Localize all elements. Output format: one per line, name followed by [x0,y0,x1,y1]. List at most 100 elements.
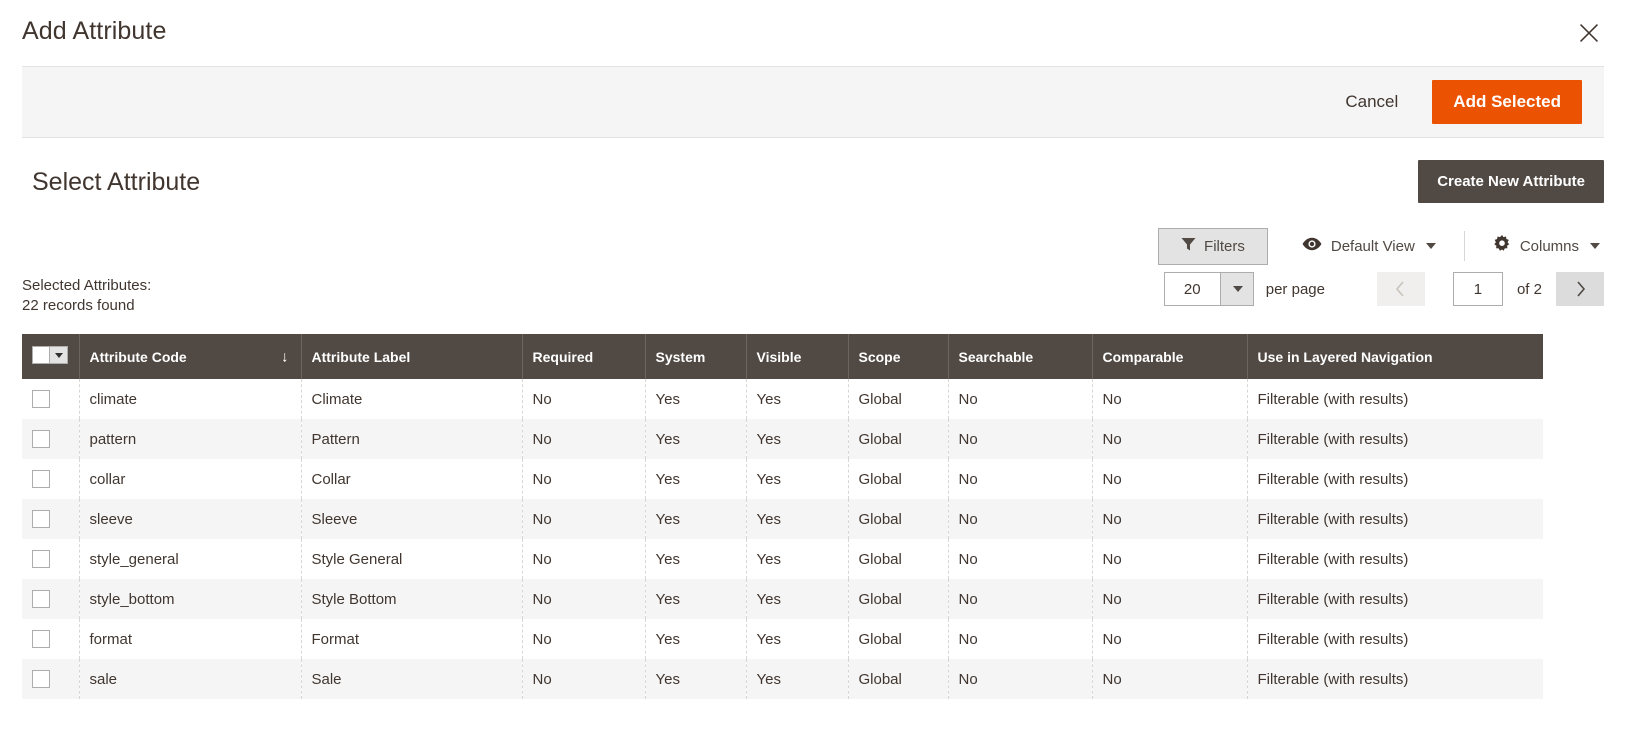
columns-label: Columns [1519,237,1579,255]
cell-comparable: No [1092,379,1248,420]
add-selected-button[interactable]: Add Selected [1432,80,1582,124]
cell-system: Yes [645,459,747,500]
cell-required: No [522,419,646,460]
create-new-attribute-button[interactable]: Create New Attribute [1418,160,1604,203]
cell-attribute-code: climate [79,379,302,420]
row-checkbox[interactable] [32,670,50,689]
select-all-dropdown[interactable] [50,346,68,364]
table-row[interactable]: style_general Style General No Yes Yes Global… [22,539,1543,580]
sort-descending-icon: ↓ [281,348,289,365]
cell-searchable: No [948,459,1093,500]
cell-comparable: No [1092,659,1248,700]
grid-header-row: Attribute Code ↓ Attribute Label Require… [22,334,1543,379]
grid-body: climate Climate No Yes Yes Global No No Filterab… [22,379,1543,700]
caret-glyph [54,352,63,358]
select-all-checkbox[interactable] [32,346,50,364]
select-all-checkbox-group[interactable] [32,346,68,364]
cell-comparable: No [1092,459,1248,500]
column-header-scope[interactable]: Scope [848,334,949,379]
cell-attribute-code: sleeve [79,499,302,540]
cell-scope: Global [848,499,949,540]
cell-attribute-code: format [79,619,302,660]
cell-searchable: No [948,539,1093,580]
row-checkbox[interactable] [32,430,50,449]
column-header-layered-navigation[interactable]: Use in Layered Navigation [1247,334,1543,379]
table-row[interactable]: sleeve Sleeve No Yes Yes Global No No Filterable… [22,499,1543,540]
row-checkbox[interactable] [32,590,50,609]
chevron-right-icon [1576,281,1585,297]
cell-required: No [522,579,646,620]
close-icon[interactable] [1572,16,1606,50]
cell-layered-navigation: Filterable (with results) [1257,430,1409,448]
cell-attribute-label: Style General [301,539,523,580]
cell-attribute-label: Pattern [301,419,523,460]
cell-visible: Yes [746,379,849,420]
cell-layered-navigation: Filterable (with results) [1257,670,1409,688]
page-header: Select Attribute Create New Attribute [22,138,1604,224]
next-page-button[interactable] [1556,272,1604,306]
table-row[interactable]: sale Sale No Yes Yes Global No No Filterable (wi… [22,659,1543,700]
column-header-attribute-code[interactable]: Attribute Code ↓ [79,334,302,379]
default-view-selector[interactable]: Default View [1298,229,1440,263]
row-checkbox[interactable] [32,550,50,569]
cell-visible: Yes [746,499,849,540]
per-page-select[interactable]: 20 [1163,272,1254,306]
total-pages-label: of 2 [1516,280,1542,298]
cell-visible: Yes [746,579,849,620]
column-header-comparable[interactable]: Comparable [1092,334,1248,379]
row-checkbox[interactable] [32,390,50,409]
modal-titlebar: Add Attribute [0,0,1626,66]
records-found-label: 22 records found [22,297,135,314]
select-all-header [22,334,80,379]
cell-scope: Global [848,619,949,660]
table-row[interactable]: style_bottom Style Bottom No Yes Yes Global No… [22,579,1543,620]
table-row[interactable]: pattern Pattern No Yes Yes Global No No Filterab… [22,419,1543,460]
cell-searchable: No [948,419,1093,460]
cell-system: Yes [645,619,747,660]
row-checkbox[interactable] [32,630,50,649]
chevron-left-icon [1396,281,1405,297]
filters-label: Filters [1204,237,1245,255]
column-header-required[interactable]: Required [522,334,646,379]
cell-comparable: No [1092,619,1248,660]
column-header-attribute-label[interactable]: Attribute Label [301,334,523,379]
cell-required: No [522,379,646,420]
cell-comparable: No [1092,419,1248,460]
cancel-button[interactable]: Cancel [1327,84,1416,120]
cell-layered-navigation: Filterable (with results) [1257,470,1409,488]
modal-content: Select Attribute Create New Attribute Fi… [0,138,1626,700]
row-checkbox[interactable] [32,510,50,529]
cell-scope: Global [848,419,949,460]
column-header-visible[interactable]: Visible [746,334,849,379]
cell-attribute-code: collar [79,459,302,500]
cell-attribute-label: Format [301,619,523,660]
row-select-cell [22,579,80,620]
cell-system: Yes [645,419,747,460]
cell-required: No [522,659,646,700]
records-info: Selected Attributes: 22 records found [22,276,151,316]
columns-selector[interactable]: Columns [1489,227,1604,265]
filters-button[interactable]: Filters [1158,227,1268,265]
row-checkbox[interactable] [32,470,50,489]
cell-layered-navigation: Filterable (with results) [1257,550,1409,568]
table-row[interactable]: collar Collar No Yes Yes Global No No Filterable… [22,459,1543,500]
cell-visible: Yes [746,619,849,660]
cell-searchable: No [948,579,1093,620]
cell-scope: Global [848,379,949,420]
chevron-down-icon[interactable] [1219,273,1253,305]
cell-attribute-label: Style Bottom [301,579,523,620]
modal-action-bar: Cancel Add Selected [22,66,1604,138]
cell-visible: Yes [746,659,849,700]
row-select-cell [22,419,80,460]
column-header-searchable[interactable]: Searchable [948,334,1093,379]
column-header-system[interactable]: System [645,334,747,379]
cell-required: No [522,459,646,500]
table-row[interactable]: climate Climate No Yes Yes Global No No Filterab… [22,379,1543,420]
table-row[interactable]: format Format No Yes Yes Global No No Filterable… [22,619,1543,660]
per-page-label: per page [1265,280,1325,298]
selected-attributes-label: Selected Attributes: [22,277,152,294]
cell-searchable: No [948,379,1093,420]
page-number-input[interactable] [1452,272,1503,306]
previous-page-button[interactable] [1376,272,1425,306]
cell-required: No [522,499,646,540]
